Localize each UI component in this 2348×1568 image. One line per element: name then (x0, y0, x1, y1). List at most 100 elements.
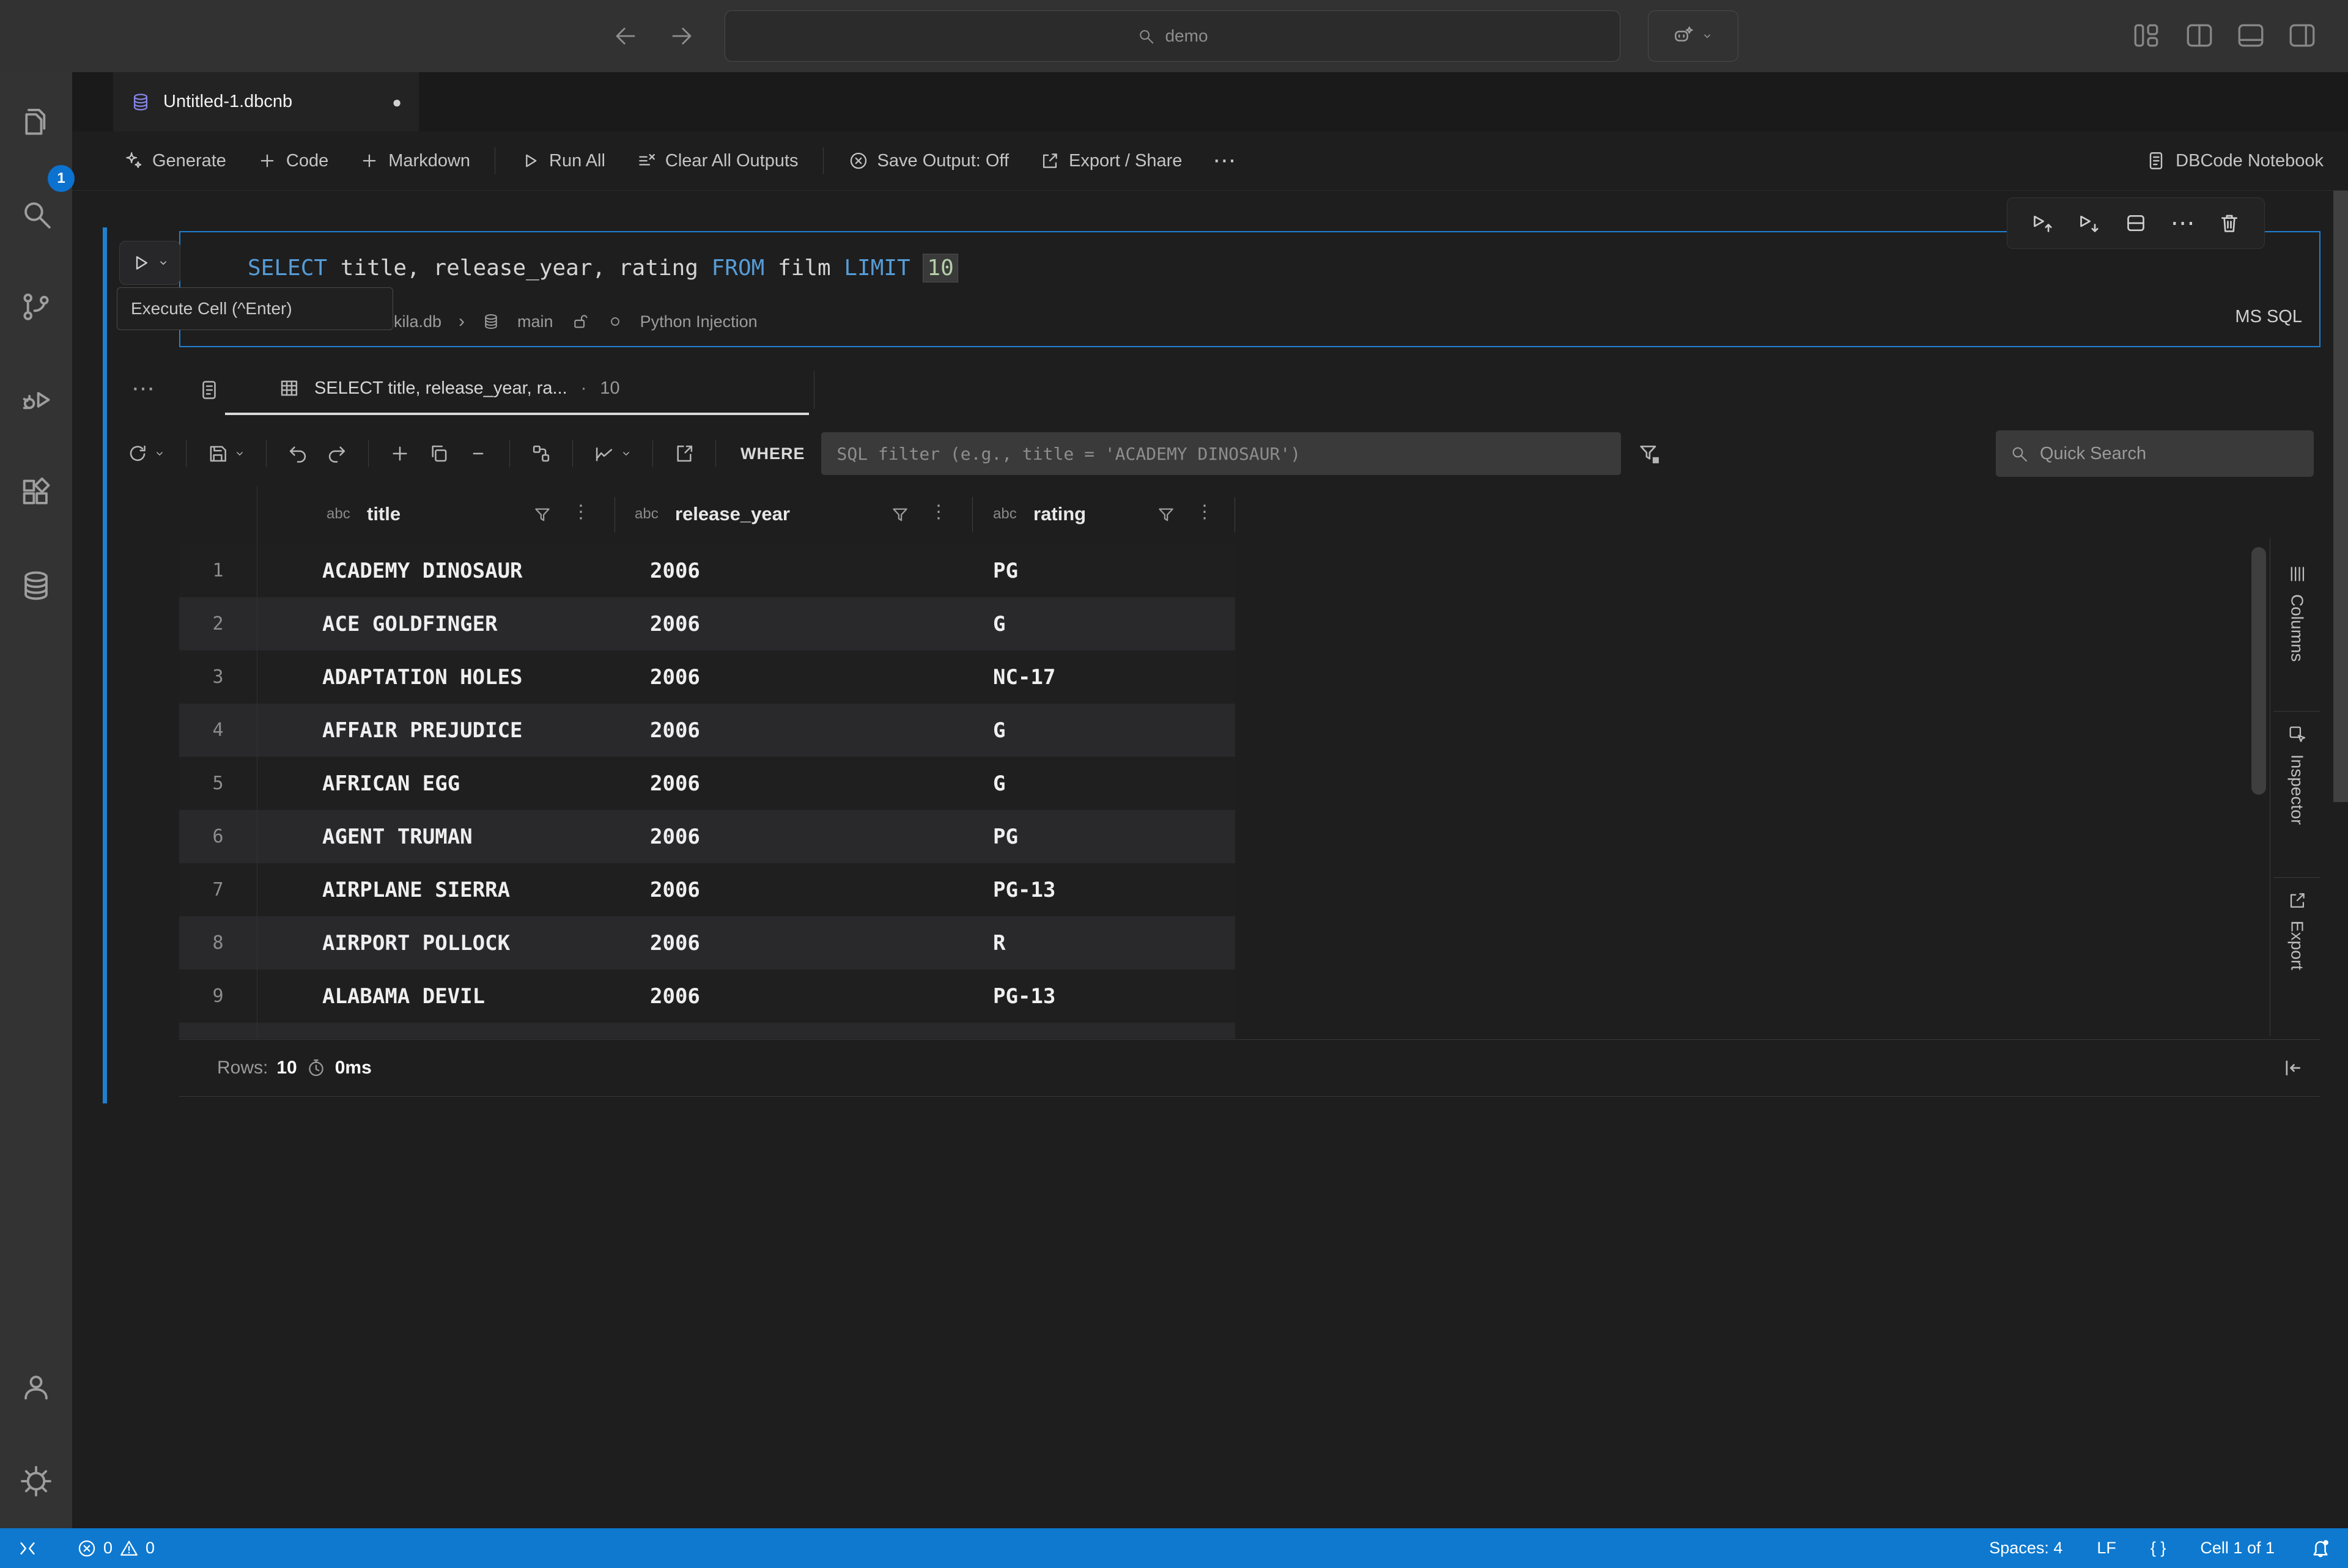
breadcrumb-mode[interactable]: Python Injection (640, 312, 758, 331)
tab-export[interactable]: Export (2273, 878, 2320, 1031)
chart-button[interactable] (593, 442, 633, 465)
output-notebook-view-icon[interactable] (198, 378, 221, 402)
copilot-menu-button[interactable] (1648, 10, 1738, 62)
cell-title[interactable]: AFRICAN EGG (322, 757, 460, 810)
editor-scrollbar[interactable] (2333, 191, 2348, 802)
tab-untitled-1-dbcnb[interactable]: Untitled-1.dbcnb ● (113, 72, 419, 131)
generate-button[interactable]: Generate (113, 150, 236, 171)
cell-title[interactable]: ACE GOLDFINGER (322, 597, 498, 650)
cell-indicator[interactable]: Cell 1 of 1 (2200, 1539, 2275, 1558)
cell-rating[interactable]: PG-13 (993, 970, 1055, 1023)
indent-indicator[interactable]: Spaces: 4 (1989, 1539, 2062, 1558)
add-row-icon[interactable] (388, 442, 412, 465)
toolbar-more-icon[interactable]: ⋯ (1203, 149, 1246, 172)
cell-title[interactable]: AFFAIR PREJUDICE (322, 704, 523, 757)
refresh-button[interactable] (126, 442, 166, 465)
cell-release-year[interactable]: 2006 (650, 650, 700, 704)
brackets-indicator[interactable]: { } (2150, 1539, 2166, 1558)
breadcrumb-database[interactable]: kila.db (394, 312, 441, 331)
sidebar-item-database[interactable] (0, 549, 72, 622)
quick-search-input[interactable] (2039, 443, 2273, 465)
breadcrumb-schema[interactable]: main (517, 312, 553, 331)
table-row[interactable]: 9 ALABAMA DEVIL 2006 PG-13 (179, 970, 1235, 1023)
cell-release-year[interactable]: 2006 (650, 544, 700, 597)
column-menu-icon[interactable]: ⋮ (929, 503, 948, 521)
relations-icon[interactable] (530, 442, 553, 465)
run-all-button[interactable]: Run All (510, 150, 615, 171)
sidebar-item-source-control[interactable] (0, 270, 72, 344)
sidebar-item-run-debug[interactable] (0, 363, 72, 436)
apply-filter-icon[interactable] (1637, 441, 1661, 466)
cell-release-year[interactable]: 2006 (650, 916, 700, 970)
account-button[interactable] (0, 1350, 72, 1423)
cell-title[interactable]: AIRPLANE SIERRA (322, 863, 510, 916)
nav-back-icon[interactable] (613, 23, 638, 49)
table-row[interactable]: 2 ACE GOLDFINGER 2006 G (179, 597, 1235, 650)
table-row[interactable]: 1 ACADEMY DINOSAUR 2006 PG (179, 544, 1235, 597)
sidebar-item-explorer[interactable] (0, 84, 72, 158)
grid-scrollbar[interactable] (2251, 547, 2266, 795)
run-below-icon[interactable] (2077, 211, 2101, 235)
tab-inspector[interactable]: Inspector (2273, 712, 2320, 878)
cell-title[interactable]: AIRPORT POLLOCK (322, 916, 510, 970)
clear-all-outputs-button[interactable]: Clear All Outputs (626, 150, 808, 171)
toggle-panel-icon[interactable] (2235, 20, 2266, 51)
collapse-panel-icon[interactable] (2280, 1056, 2305, 1080)
tab-columns[interactable]: Columns (2273, 551, 2320, 712)
table-row[interactable]: 5 AFRICAN EGG 2006 G (179, 757, 1235, 810)
export-results-icon[interactable] (673, 442, 696, 465)
column-menu-icon[interactable]: ⋮ (572, 503, 590, 521)
toggle-secondary-sidebar-icon[interactable] (2287, 20, 2317, 51)
save-results-button[interactable] (206, 442, 246, 465)
notifications-bell-icon[interactable] (2309, 1537, 2332, 1560)
cell-release-year[interactable]: 2006 (650, 970, 700, 1023)
command-center-search[interactable]: demo (725, 10, 1620, 62)
filter-funnel-icon[interactable] (1156, 504, 1176, 525)
cell-release-year[interactable]: 2006 (650, 863, 700, 916)
sql-code-line[interactable]: SELECT title, release_year, rating FROM … (248, 256, 958, 281)
cell-release-year[interactable]: 2006 (650, 597, 700, 650)
notebook-kind-button[interactable]: DBCode Notebook (2145, 150, 2324, 172)
execute-cell-button[interactable] (119, 241, 180, 285)
cell-title[interactable]: ALABAMA DEVIL (322, 970, 485, 1023)
cell-release-year[interactable]: 2006 (650, 704, 700, 757)
cell-rating[interactable]: R (993, 916, 1005, 970)
remote-indicator[interactable] (16, 1528, 39, 1568)
table-row[interactable]: 7 AIRPLANE SIERRA 2006 PG-13 (179, 863, 1235, 916)
table-row[interactable]: 4 AFFAIR PREJUDICE 2006 G (179, 704, 1235, 757)
toggle-primary-sidebar-icon[interactable] (2184, 20, 2215, 51)
filter-funnel-icon[interactable] (890, 504, 910, 525)
sql-filter-input[interactable] (821, 432, 1621, 475)
cell-rating[interactable]: G (993, 757, 1005, 810)
cell-rating[interactable]: PG-13 (993, 863, 1055, 916)
problems-indicator[interactable]: 0 0 (76, 1528, 155, 1568)
add-markdown-cell-button[interactable]: Markdown (349, 150, 480, 171)
split-cell-icon[interactable] (2124, 211, 2148, 235)
table-row[interactable]: 8 AIRPORT POLLOCK 2006 R (179, 916, 1235, 970)
export-share-button[interactable]: Export / Share (1030, 150, 1192, 171)
cell-release-year[interactable]: 2006 (650, 757, 700, 810)
quick-search-box[interactable] (1996, 430, 2314, 477)
column-header-rating[interactable]: rating (1033, 503, 1086, 525)
cell-rating[interactable]: PG (993, 810, 1018, 863)
add-code-cell-button[interactable]: Code (247, 150, 338, 171)
redo-icon[interactable] (325, 442, 349, 465)
delete-row-icon[interactable] (467, 442, 490, 465)
unlock-icon[interactable] (570, 312, 590, 331)
sql-cell[interactable]: SELECT title, release_year, rating FROM … (179, 231, 2320, 347)
result-set-tab[interactable]: SELECT title, release_year, ra... · 10 (225, 364, 809, 415)
cell-release-year[interactable]: 2006 (650, 810, 700, 863)
settings-button[interactable] (0, 1445, 72, 1518)
output-more-icon[interactable]: ⋯ (131, 377, 155, 400)
cell-rating[interactable]: G (993, 704, 1005, 757)
duplicate-row-icon[interactable] (427, 442, 451, 465)
cell-rating[interactable]: NC-17 (993, 650, 1055, 704)
customize-layout-icon[interactable] (2132, 20, 2162, 51)
cell-rating[interactable]: PG (993, 544, 1018, 597)
sql-dialect-label[interactable]: MS SQL (2235, 307, 2302, 327)
cell-more-icon[interactable]: ⋯ (2171, 211, 2195, 235)
run-above-icon[interactable] (2030, 211, 2054, 235)
column-menu-icon[interactable]: ⋮ (1195, 503, 1214, 521)
cell-rating[interactable]: G (993, 597, 1005, 650)
undo-icon[interactable] (286, 442, 309, 465)
